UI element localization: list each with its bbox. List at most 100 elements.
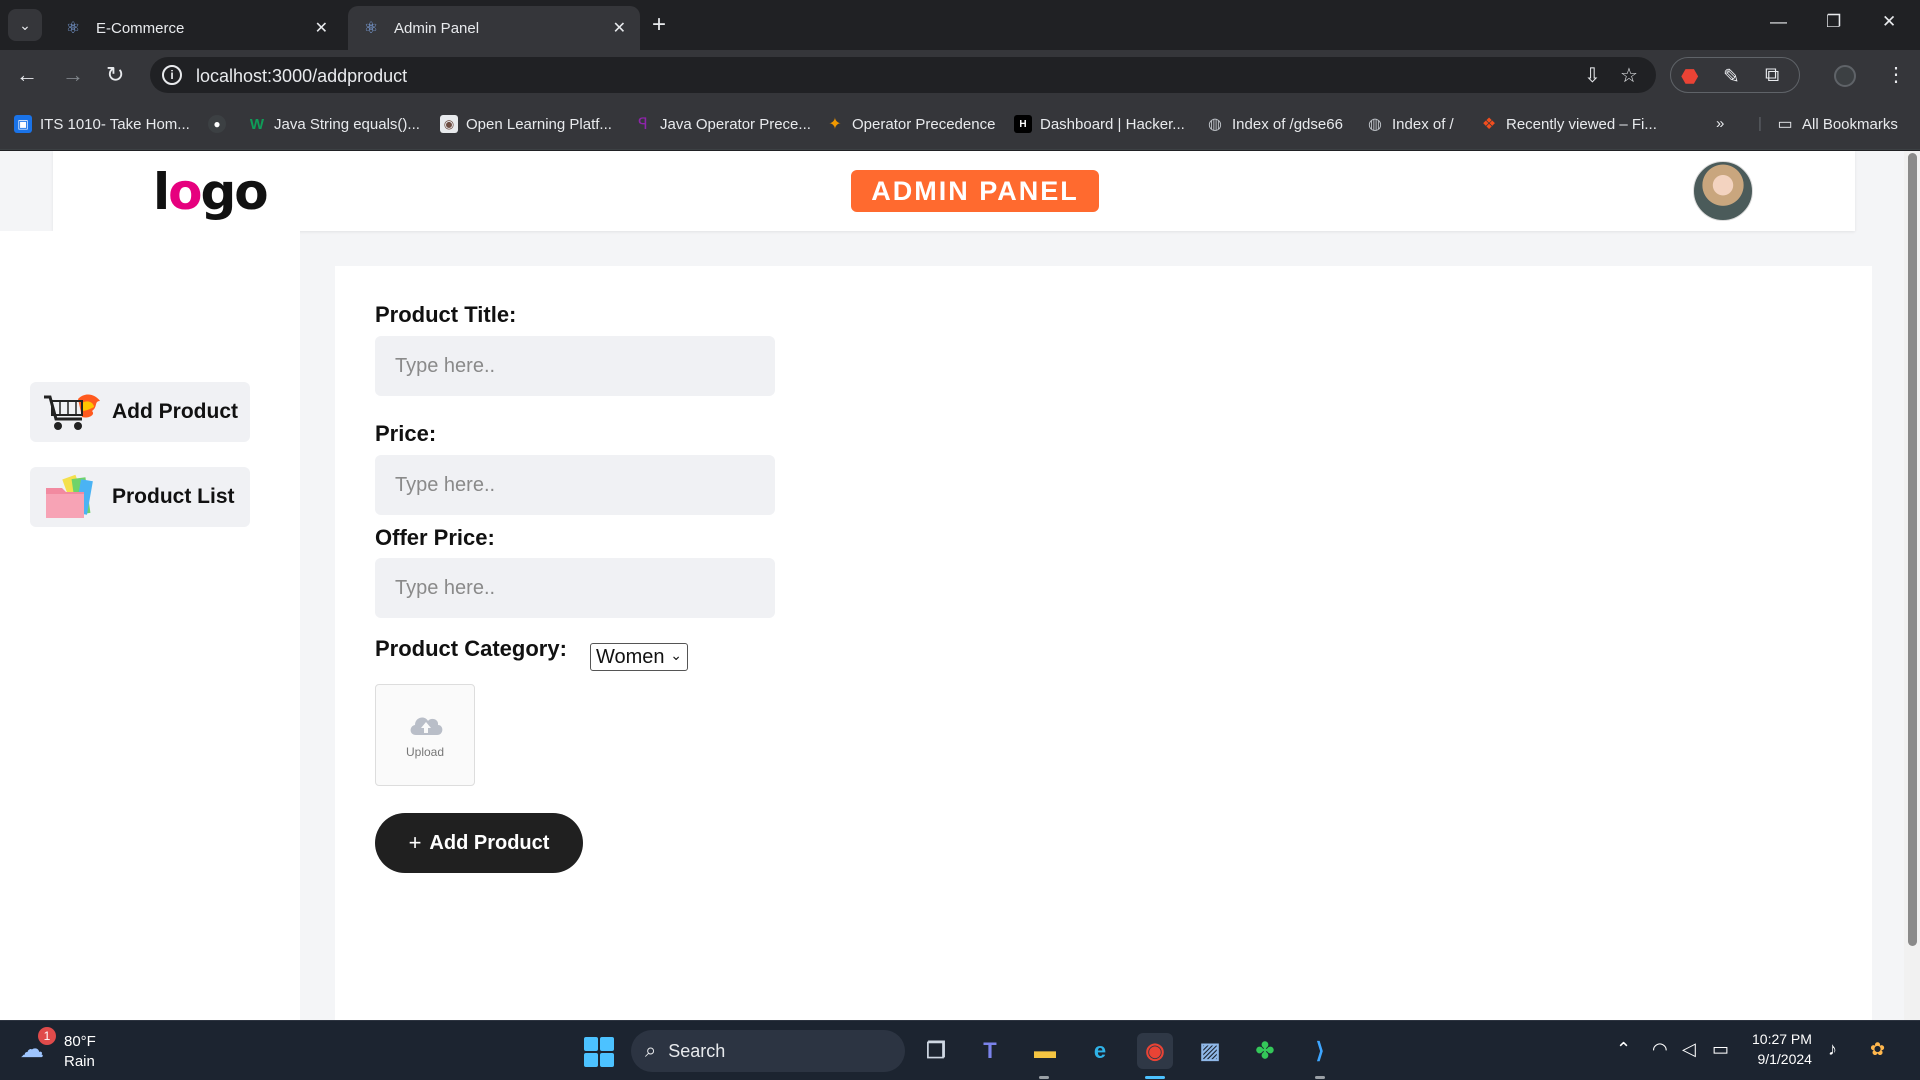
reload-button[interactable]: ↻ [106, 62, 124, 88]
product-category-label: Product Category: [375, 636, 567, 661]
show-hidden-icons-icon[interactable]: ⌃ [1616, 1039, 1631, 1060]
battery-icon[interactable]: ▭ [1712, 1039, 1729, 1060]
tab-search-button[interactable]: ⌄ [8, 9, 42, 41]
chevron-down-icon: ⌄ [670, 647, 682, 663]
new-tab-button[interactable]: + [652, 11, 666, 39]
sidebar-item-add-product[interactable]: Add Product [30, 382, 250, 442]
logo-text: l [153, 163, 170, 221]
bookmark-label: Java String equals()... [274, 115, 420, 133]
edge-icon[interactable]: e [1082, 1033, 1118, 1069]
plus-icon: + [408, 830, 422, 855]
notification-bell-icon[interactable]: ♪ [1828, 1039, 1837, 1060]
price-label: Price: [375, 421, 437, 446]
price-input[interactable] [375, 455, 775, 515]
eyedropper-icon[interactable]: ✎ [1723, 64, 1740, 89]
bookmark-item[interactable]: ꟼ Java Operator Prece... [634, 115, 811, 134]
admin-panel-badge: ADMIN PANEL [851, 170, 1099, 212]
add-product-button-label: Add Product [429, 831, 550, 854]
all-bookmarks-label: All Bookmarks [1802, 115, 1898, 133]
start-button[interactable] [584, 1037, 614, 1067]
product-title-input[interactable] [375, 336, 775, 396]
minimize-button[interactable]: — [1770, 12, 1787, 32]
chrome-icon[interactable]: ◉ [1137, 1033, 1173, 1069]
volume-icon[interactable]: ◁ [1682, 1039, 1696, 1060]
profile-avatar[interactable] [1834, 65, 1856, 87]
wifi-icon[interactable]: ◠ [1652, 1039, 1668, 1060]
sidebar-item-product-list[interactable]: Product List [30, 467, 250, 527]
scrollbar-thumb[interactable] [1908, 153, 1917, 946]
system-clock[interactable]: 10:27 PM 9/1/2024 [1752, 1031, 1812, 1067]
bookmark-item[interactable]: ◉ Open Learning Platf... [440, 115, 612, 133]
bookmark-label: Index of / [1392, 115, 1454, 133]
search-icon: ⌕ [645, 1039, 657, 1062]
bookmark-item[interactable]: ● [208, 115, 234, 133]
copilot-icon[interactable]: ✿ [1870, 1039, 1885, 1060]
avatar[interactable] [1693, 161, 1753, 221]
tab-title: E-Commerce [96, 19, 185, 37]
back-button[interactable]: ← [16, 62, 38, 88]
all-bookmarks[interactable]: ▭ All Bookmarks [1776, 115, 1898, 134]
tab-ecommerce[interactable]: ⚛ E-Commerce ✕ [50, 6, 342, 50]
puzzle-icon[interactable]: ⧉ [1765, 64, 1779, 87]
address-bar[interactable]: i localhost:3000/addproduct ⇩ ☆ [150, 57, 1656, 93]
image-upload-area[interactable]: Upload [375, 684, 475, 786]
bookmark-item[interactable]: ✦ Operator Precedence [826, 115, 996, 134]
folder-icon: ▭ [1777, 116, 1793, 133]
file-explorer-icon[interactable]: ▬ [1027, 1033, 1063, 1069]
more-menu-icon[interactable]: ⋮ [1886, 62, 1906, 87]
task-view-icon[interactable]: ❐ [918, 1033, 954, 1069]
restore-button[interactable]: ❐ [1826, 12, 1841, 32]
react-icon: ⚛ [363, 20, 379, 37]
close-icon[interactable]: ✕ [315, 18, 328, 38]
add-product-button[interactable]: + Add Product [375, 813, 583, 873]
extensions-group: ⬣ ✎ ⧉ [1670, 57, 1800, 93]
sidebar: Add Product Product List [0, 231, 300, 1020]
add-product-form: Product Title: Price: Offer Price: Produ… [335, 266, 1872, 1020]
bookmark-item[interactable]: W Java String equals()... [248, 115, 420, 133]
tab-admin-panel[interactable]: ⚛ Admin Panel ✕ [348, 6, 640, 50]
site-info-icon[interactable]: i [162, 65, 182, 85]
bookmark-label: Java Operator Prece... [660, 115, 811, 133]
offer-price-input[interactable] [375, 558, 775, 618]
bookmark-item[interactable]: ◍ Index of / [1366, 115, 1454, 134]
app-running-indicator [1315, 1076, 1325, 1079]
adblock-icon[interactable]: ⬣ [1681, 64, 1698, 89]
bookmark-item[interactable]: ◍ Index of /gdse66 [1206, 115, 1343, 134]
window-close-button[interactable]: ✕ [1882, 12, 1896, 32]
weather-temp: 80°F [64, 1033, 96, 1050]
category-selected-value: Women [596, 645, 665, 668]
page-scrollbar[interactable] [1904, 151, 1920, 1020]
product-category-select[interactable]: Women ⌄ [590, 643, 688, 671]
taskbar-search[interactable]: ⌕ Search [631, 1030, 905, 1072]
browser-toolbar: ← → ↻ i localhost:3000/addproduct ⇩ ☆ ⬣ … [0, 50, 1920, 100]
install-app-icon[interactable]: ⇩ [1584, 63, 1601, 88]
weather-condition: Rain [64, 1053, 95, 1070]
close-icon[interactable]: ✕ [613, 18, 626, 38]
bookmark-item[interactable]: ❖ Recently viewed – Fi... [1480, 115, 1657, 134]
vscode-icon[interactable]: ⟩ [1302, 1033, 1338, 1069]
photos-icon[interactable]: ▨ [1192, 1033, 1228, 1069]
bookmark-item[interactable]: H Dashboard | Hacker... [1014, 115, 1185, 133]
admin-navbar: logo ADMIN PANEL [53, 151, 1855, 231]
sidebar-item-label: Add Product [112, 400, 238, 423]
tab-title: Admin Panel [394, 19, 480, 37]
app-active-indicator [1145, 1076, 1165, 1079]
bookmarks-overflow-icon[interactable]: » [1716, 115, 1724, 132]
oracle-icon: ꟼ [638, 116, 648, 133]
sidebar-item-label: Product List [112, 485, 235, 508]
react-icon: ⚛ [65, 20, 81, 37]
bookmark-label: Index of /gdse66 [1232, 115, 1343, 133]
bookmark-item[interactable]: ▣ ITS 1010- Take Hom... [14, 115, 190, 133]
bookmarks-divider: | [1758, 115, 1762, 132]
cloud-upload-icon [410, 717, 443, 735]
w3-icon: W [249, 115, 265, 133]
bookmark-star-icon[interactable]: ☆ [1620, 63, 1638, 88]
studio-icon[interactable]: ✤ [1247, 1033, 1283, 1069]
logo[interactable]: logo [153, 163, 269, 221]
teams-icon[interactable]: T [972, 1033, 1008, 1069]
forward-button[interactable]: → [62, 62, 84, 88]
bookmark-label: Operator Precedence [852, 115, 996, 133]
bookmark-label: Recently viewed – Fi... [1506, 115, 1657, 133]
url-text[interactable]: localhost:3000/addproduct [196, 66, 407, 87]
classroom-icon: ▣ [14, 115, 32, 133]
